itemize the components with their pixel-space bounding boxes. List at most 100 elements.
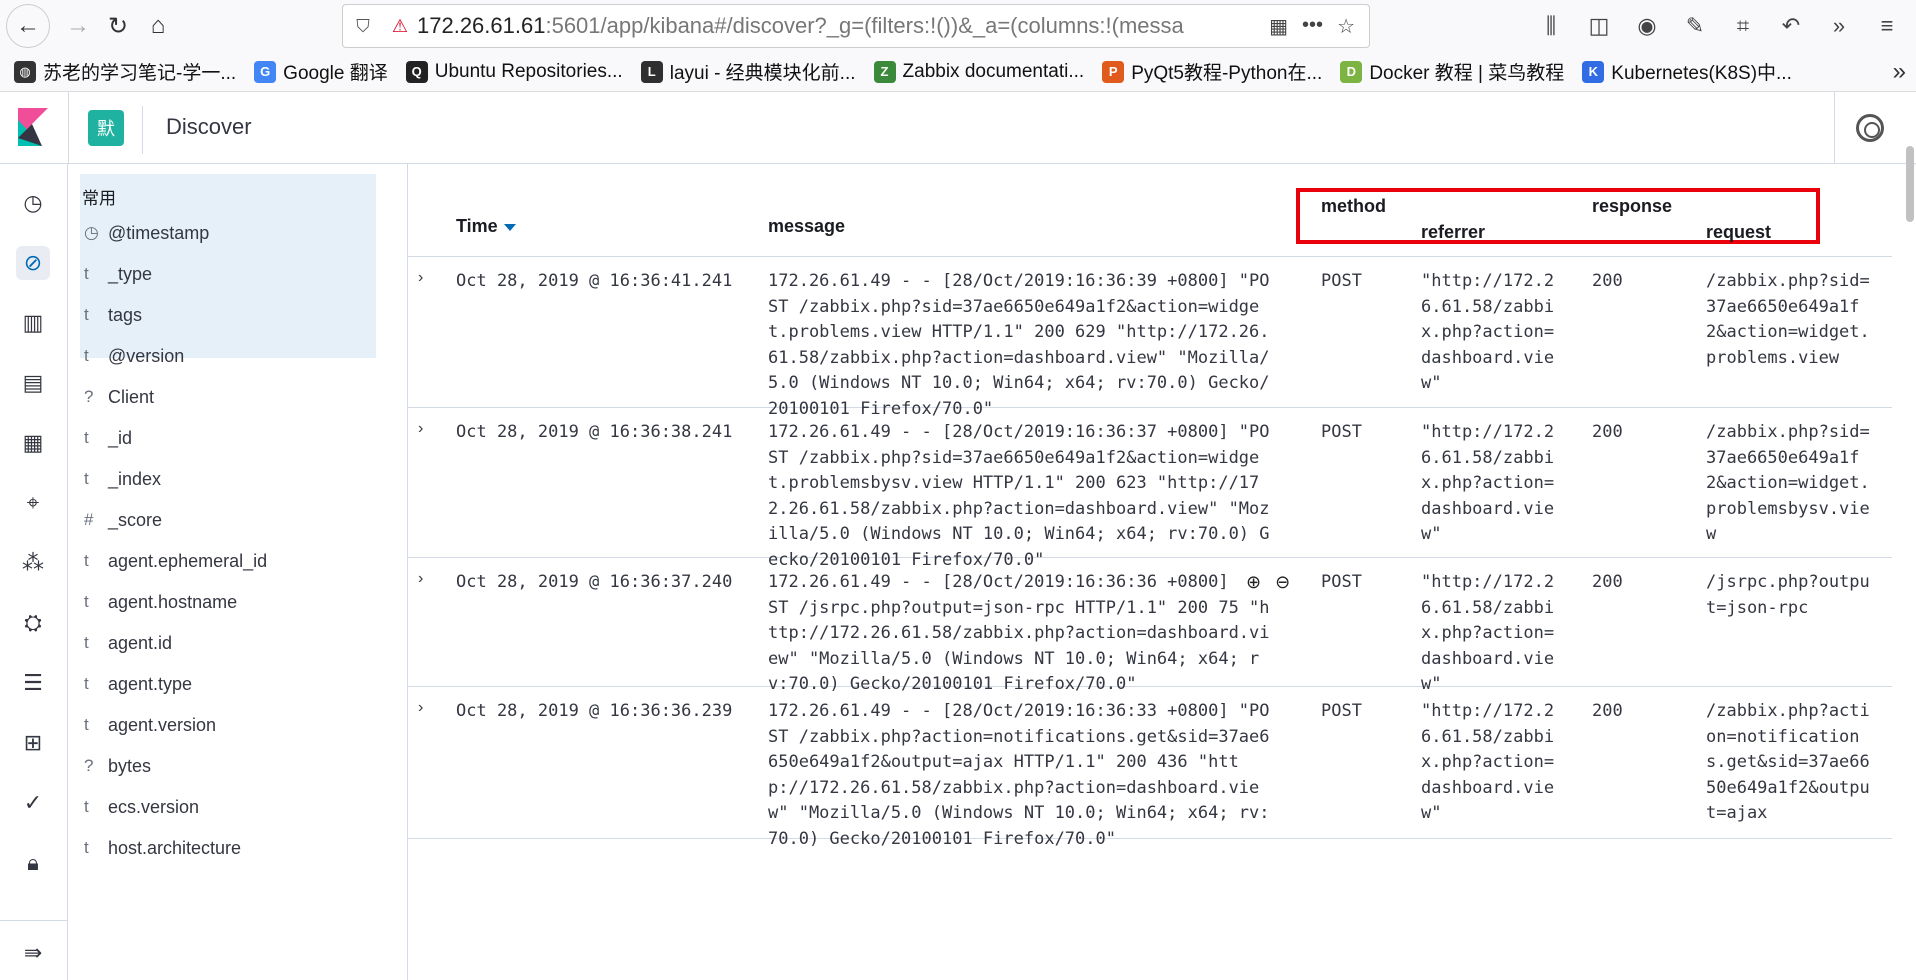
sort-descending-icon[interactable] [503, 223, 516, 231]
field-list-item[interactable]: t _type [82, 259, 382, 289]
screenshot-icon[interactable]: ⌗ [1728, 13, 1758, 39]
field-type-icon: t [84, 797, 89, 816]
column-header-time[interactable]: Time [456, 216, 516, 237]
page-title: Discover [166, 114, 252, 139]
field-list-item[interactable]: t _index [82, 464, 382, 494]
siem-lock-icon[interactable]: 🔒︎ [16, 846, 50, 880]
field-type-icon: t [84, 264, 89, 283]
back-arrow-icon[interactable]: ← [6, 4, 50, 48]
bookmark-item[interactable]: K Kubernetes(K8S)中... [1582, 58, 1792, 85]
bookmarks-overflow-icon[interactable]: » [1893, 58, 1906, 86]
field-list-item[interactable]: t agent.id [82, 628, 382, 658]
table-row[interactable]: › Oct 28, 2019 @ 16:36:37.240 172.26.61.49… [408, 558, 1892, 694]
field-name: agent.version [108, 714, 217, 735]
field-list-item[interactable]: ◷ @timestamp [82, 218, 382, 248]
bookmark-item[interactable]: Llayui - 经典模块化前... [640, 58, 856, 85]
field-name: _id [108, 427, 133, 448]
machine-learning-icon[interactable]: ⁂ [16, 546, 50, 580]
recently-viewed-clock-icon[interactable]: ◷ [16, 186, 50, 220]
expand-row-chevron-icon[interactable]: › [418, 699, 423, 717]
undo-icon[interactable]: ↶ [1776, 13, 1806, 39]
url-text[interactable]: 172.26.61.61:5601/app/kibana#/discover?_… [417, 13, 1255, 39]
library-icon[interactable]: ⫼ [1536, 13, 1566, 39]
field-type-icon: t [84, 469, 89, 488]
hamburger-menu-icon[interactable]: ≡ [1872, 13, 1902, 39]
insecure-connection-icon[interactable]: ⚠ [383, 16, 417, 37]
reload-icon[interactable]: ↻ [98, 6, 138, 46]
column-header-request[interactable]: request [1706, 222, 1771, 243]
page-actions-icon[interactable]: ••• [1302, 14, 1323, 39]
collapse-nav-icon[interactable]: ⇛ [16, 936, 50, 970]
cell-method: POST [1321, 572, 1362, 592]
bookmark-item[interactable]: Z Zabbix documentati... [873, 60, 1084, 83]
cell-time: Oct 28, 2019 @ 16:36:37.240 [456, 572, 733, 592]
field-list-item[interactable]: t @version [82, 341, 382, 371]
infrastructure-icon[interactable]: ⛭ [16, 606, 50, 640]
expand-row-chevron-icon[interactable]: › [418, 570, 423, 588]
account-icon[interactable]: ◉ [1632, 13, 1662, 39]
column-header-referrer[interactable]: referrer [1421, 222, 1485, 243]
bookmark-favicon-icon: P [1102, 60, 1125, 83]
field-name: agent.ephemeral_id [108, 550, 268, 571]
home-icon[interactable]: ⌂ [138, 6, 178, 46]
table-row[interactable]: › Oct 28, 2019 @ 16:36:36.239 172.26.61.49… [408, 687, 1892, 849]
discover-compass-icon[interactable]: ⊘ [16, 246, 50, 280]
page-scrollbar[interactable] [1906, 146, 1914, 222]
address-bar[interactable]: ⛉ ⚠ 172.26.61.61:5601/app/kibana#/discov… [342, 4, 1370, 48]
bookmark-item[interactable]: ◍ 苏老的学习笔记-学一... [14, 58, 236, 85]
field-list-item[interactable]: t ecs.version [82, 792, 382, 822]
canvas-icon[interactable]: ▦ [16, 426, 50, 460]
bookmark-item[interactable]: D Docker 教程 | 菜鸟教程 [1340, 58, 1564, 85]
sidebar-toggle-icon[interactable]: ◫ [1584, 13, 1614, 39]
cell-message: 172.26.61.49 - - [28/Oct/2019:16:36:39 +… [768, 271, 1270, 419]
cell-request: /zabbix.php?acti on=notification s.get&s… [1706, 701, 1870, 824]
logs-icon[interactable]: ☰ [16, 666, 50, 700]
bookmark-item[interactable]: G Google 翻译 [254, 58, 388, 85]
column-header-message[interactable]: message [768, 216, 845, 237]
bookmark-item[interactable]: Q Ubuntu Repositories... [405, 60, 623, 83]
kibana-logo-icon[interactable] [18, 108, 48, 146]
help-lifebuoy-icon[interactable] [1856, 114, 1884, 142]
field-type-icon: t [84, 305, 89, 324]
filter-for-value-zoom-in-icon[interactable]: ⊕ [1246, 572, 1261, 593]
dashboard-icon[interactable]: ▤ [16, 366, 50, 400]
forward-arrow-icon[interactable]: → [58, 6, 98, 46]
field-type-icon: t [84, 674, 89, 693]
field-list-item[interactable]: t agent.hostname [82, 587, 382, 617]
field-list-item[interactable]: t agent.ephemeral_id [82, 546, 382, 576]
field-list-item[interactable]: t agent.version [82, 710, 382, 740]
uptime-icon[interactable]: ✓ [16, 786, 50, 820]
cell-method: POST [1321, 701, 1362, 721]
field-list-item[interactable]: t host.architecture [82, 833, 382, 863]
field-name: agent.type [108, 673, 193, 694]
field-list-item[interactable]: t _id [82, 423, 382, 453]
field-type-icon: t [84, 633, 89, 652]
field-list-item[interactable]: t tags [82, 300, 382, 330]
column-header-method[interactable]: method [1321, 196, 1386, 217]
space-avatar[interactable]: 默 [88, 110, 124, 146]
column-header-response[interactable]: response [1592, 196, 1672, 217]
tracking-shield-icon[interactable]: ⛉ [343, 16, 383, 37]
qr-code-icon[interactable]: ▦ [1269, 14, 1288, 39]
table-row[interactable]: › Oct 28, 2019 @ 16:36:41.241 172.26.61.49… [408, 257, 1892, 419]
visualize-chart-icon[interactable]: ▥ [16, 306, 50, 340]
chat-icon[interactable]: ✎ [1680, 13, 1710, 39]
apm-icon[interactable]: ⊞ [16, 726, 50, 760]
bookmark-star-icon[interactable]: ☆ [1337, 14, 1355, 39]
maps-icon[interactable]: ⌖ [16, 486, 50, 520]
field-list-item[interactable]: ? Client [82, 382, 382, 412]
cell-request: /zabbix.php?sid= 37ae6650e649a1f 2&actio… [1706, 271, 1870, 368]
bookmark-item[interactable]: P PyQt5教程-Python在... [1102, 58, 1322, 85]
expand-row-chevron-icon[interactable]: › [418, 269, 423, 287]
field-list-item[interactable]: ? bytes [82, 751, 382, 781]
cell-time: Oct 28, 2019 @ 16:36:36.239 [456, 701, 733, 721]
expand-row-chevron-icon[interactable]: › [418, 420, 423, 438]
bookmark-label: layui - 经典模块化前... [669, 63, 856, 84]
field-list-item[interactable]: t agent.type [82, 669, 382, 699]
cell-method: POST [1321, 271, 1362, 291]
field-list-item[interactable]: # _score [82, 505, 382, 535]
filter-out-value-zoom-out-icon[interactable]: ⊖ [1275, 572, 1290, 593]
bookmark-favicon-icon: L [640, 60, 663, 83]
table-row[interactable]: › Oct 28, 2019 @ 16:36:38.241 172.26.61.49… [408, 408, 1892, 570]
overflow-chevrons-icon[interactable]: » [1824, 13, 1854, 39]
